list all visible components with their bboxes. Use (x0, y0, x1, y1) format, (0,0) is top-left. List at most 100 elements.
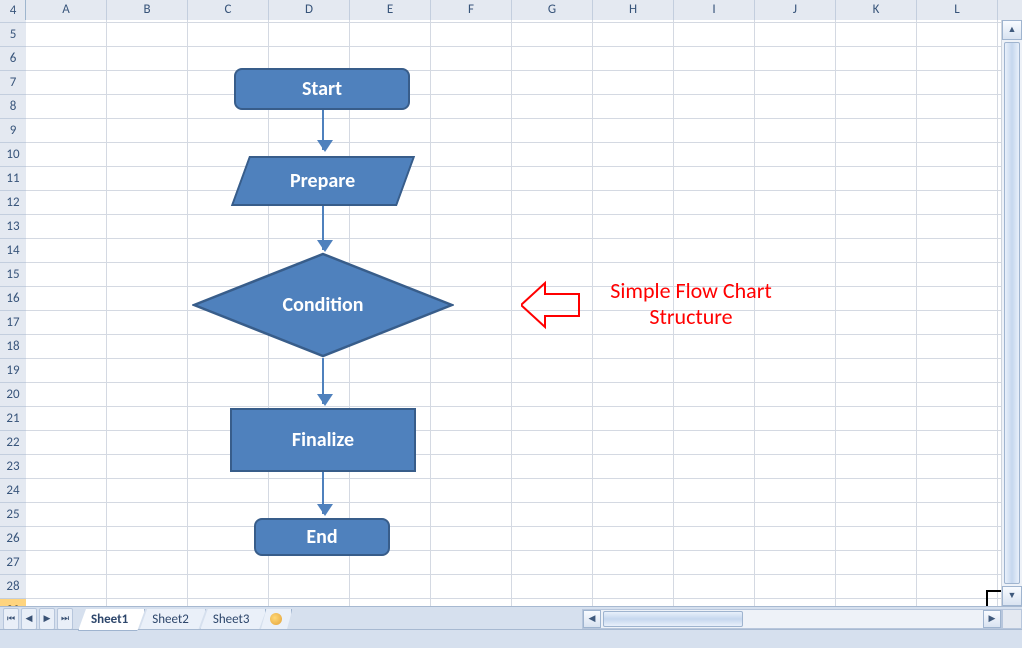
sheet-nav-next-icon[interactable]: ▶ (39, 608, 55, 630)
grid-line (511, 20, 512, 606)
row-header[interactable]: 21 (0, 407, 26, 431)
grid-line (26, 382, 1002, 383)
scrollbar-corner (1002, 609, 1022, 629)
row-header[interactable]: 5 (0, 23, 26, 47)
scroll-down-button[interactable]: ▼ (1002, 586, 1022, 606)
flowchart-node-prepare[interactable]: Prepare (231, 156, 415, 206)
scroll-up-button[interactable]: ▲ (1002, 20, 1022, 40)
column-header[interactable]: A (26, 0, 107, 20)
scroll-right-button[interactable]: ▶ (983, 610, 1001, 628)
grid-line (26, 142, 1002, 143)
flowchart-node-finalize[interactable]: Finalize (230, 408, 416, 472)
annotation-line1: Simple Flow Chart (610, 277, 772, 304)
column-header[interactable]: K (836, 0, 917, 20)
grid-line (26, 478, 1002, 479)
flowchart-node-label: Finalize (292, 428, 354, 452)
column-header[interactable]: J (755, 0, 836, 20)
row-header[interactable]: 14 (0, 239, 26, 263)
sheet-nav-buttons: ⏮ ◀ ▶ ⏭ (0, 607, 74, 631)
grid-line (26, 454, 1002, 455)
flowchart-node-label: Prepare (290, 169, 355, 193)
horizontal-scroll-thumb[interactable] (603, 611, 743, 627)
grid-line (26, 190, 1002, 191)
grid-line (997, 20, 998, 606)
grid-line (916, 20, 917, 606)
flowchart-node-label: End (306, 525, 337, 549)
row-header[interactable]: 22 (0, 431, 26, 455)
vertical-scroll-thumb[interactable] (1004, 42, 1020, 584)
column-header[interactable]: C (188, 0, 269, 20)
row-header[interactable]: 18 (0, 335, 26, 359)
sheet-nav-prev-icon[interactable]: ◀ (21, 608, 37, 630)
grid-line (26, 118, 1002, 119)
spreadsheet-grid[interactable]: Start Prepare Condition Finalize End (26, 20, 1002, 606)
annotation-line2: Structure (649, 303, 732, 330)
grid-line (26, 46, 1002, 47)
flowchart-node-end[interactable]: End (254, 518, 390, 556)
sheet-nav-first-icon[interactable]: ⏮ (3, 608, 19, 630)
row-header[interactable]: 8 (0, 95, 26, 119)
row-header[interactable]: 16 (0, 287, 26, 311)
row-header[interactable]: 26 (0, 527, 26, 551)
sheet-tab-sheet3[interactable]: Sheet3 (200, 609, 267, 631)
grid-line (26, 334, 1002, 335)
column-header[interactable]: L (917, 0, 998, 20)
row-header[interactable]: 13 (0, 215, 26, 239)
sheet-tab-sheet1[interactable]: Sheet1 (78, 609, 145, 631)
row-header[interactable]: 7 (0, 71, 26, 95)
row-header[interactable]: 20 (0, 383, 26, 407)
row-header[interactable]: 4 (0, 0, 26, 23)
grid-line (26, 262, 1002, 263)
column-header[interactable]: G (512, 0, 593, 20)
row-header[interactable]: 27 (0, 551, 26, 575)
column-header[interactable]: E (350, 0, 431, 20)
row-header[interactable]: 12 (0, 191, 26, 215)
row-header[interactable]: 17 (0, 311, 26, 335)
grid-line (26, 166, 1002, 167)
flowchart-arrow (322, 206, 324, 250)
row-header[interactable]: 19 (0, 359, 26, 383)
grid-line (26, 550, 1002, 551)
row-header[interactable]: 11 (0, 167, 26, 191)
grid-line (26, 358, 1002, 359)
annotation-arrow-icon[interactable] (521, 280, 581, 330)
grid-line (106, 20, 107, 606)
column-header[interactable]: B (107, 0, 188, 20)
grid-line (26, 214, 1002, 215)
grid-line (26, 430, 1002, 431)
row-header[interactable]: 24 (0, 479, 26, 503)
vertical-scrollbar[interactable]: ▲ ▼ (1001, 20, 1022, 606)
grid-line (26, 94, 1002, 95)
row-header[interactable]: 23 (0, 455, 26, 479)
sheet-tabs: Sheet1 Sheet2 Sheet3 (78, 607, 286, 631)
annotation-text[interactable]: Simple Flow Chart Structure (586, 278, 796, 330)
row-header[interactable]: 28 (0, 575, 26, 599)
column-header[interactable]: D (269, 0, 350, 20)
column-header[interactable]: H (593, 0, 674, 20)
column-header[interactable]: I (674, 0, 755, 20)
row-header[interactable]: 15 (0, 263, 26, 287)
grid-line (26, 598, 1002, 599)
row-header[interactable]: 6 (0, 47, 26, 71)
row-header[interactable]: 10 (0, 143, 26, 167)
horizontal-scrollbar[interactable]: ◀ ▶ (582, 609, 1002, 629)
column-header[interactable]: F (431, 0, 512, 20)
sheet-nav-last-icon[interactable]: ⏭ (57, 608, 73, 630)
row-header[interactable]: 25 (0, 503, 26, 527)
bottom-bar: ⏮ ◀ ▶ ⏭ Sheet1 Sheet2 Sheet3 ◀ ▶ (0, 606, 1022, 648)
grid-line (187, 20, 188, 606)
grid-line (26, 70, 1002, 71)
flowchart-arrow (322, 110, 324, 150)
grid-line (26, 574, 1002, 575)
status-bar (0, 629, 1022, 648)
flowchart-arrow (322, 472, 324, 514)
grid-line (26, 286, 1002, 287)
row-header[interactable]: 9 (0, 119, 26, 143)
scroll-left-button[interactable]: ◀ (583, 610, 601, 628)
flowchart-node-label: Condition (283, 293, 364, 317)
flowchart-node-start[interactable]: Start (234, 68, 410, 110)
sheet-tab-strip: ⏮ ◀ ▶ ⏭ Sheet1 Sheet2 Sheet3 ◀ ▶ (0, 606, 1022, 631)
flowchart-node-label: Start (302, 77, 342, 101)
flowchart-node-condition[interactable]: Condition (192, 252, 454, 358)
sheet-tab-sheet2[interactable]: Sheet2 (139, 609, 206, 631)
